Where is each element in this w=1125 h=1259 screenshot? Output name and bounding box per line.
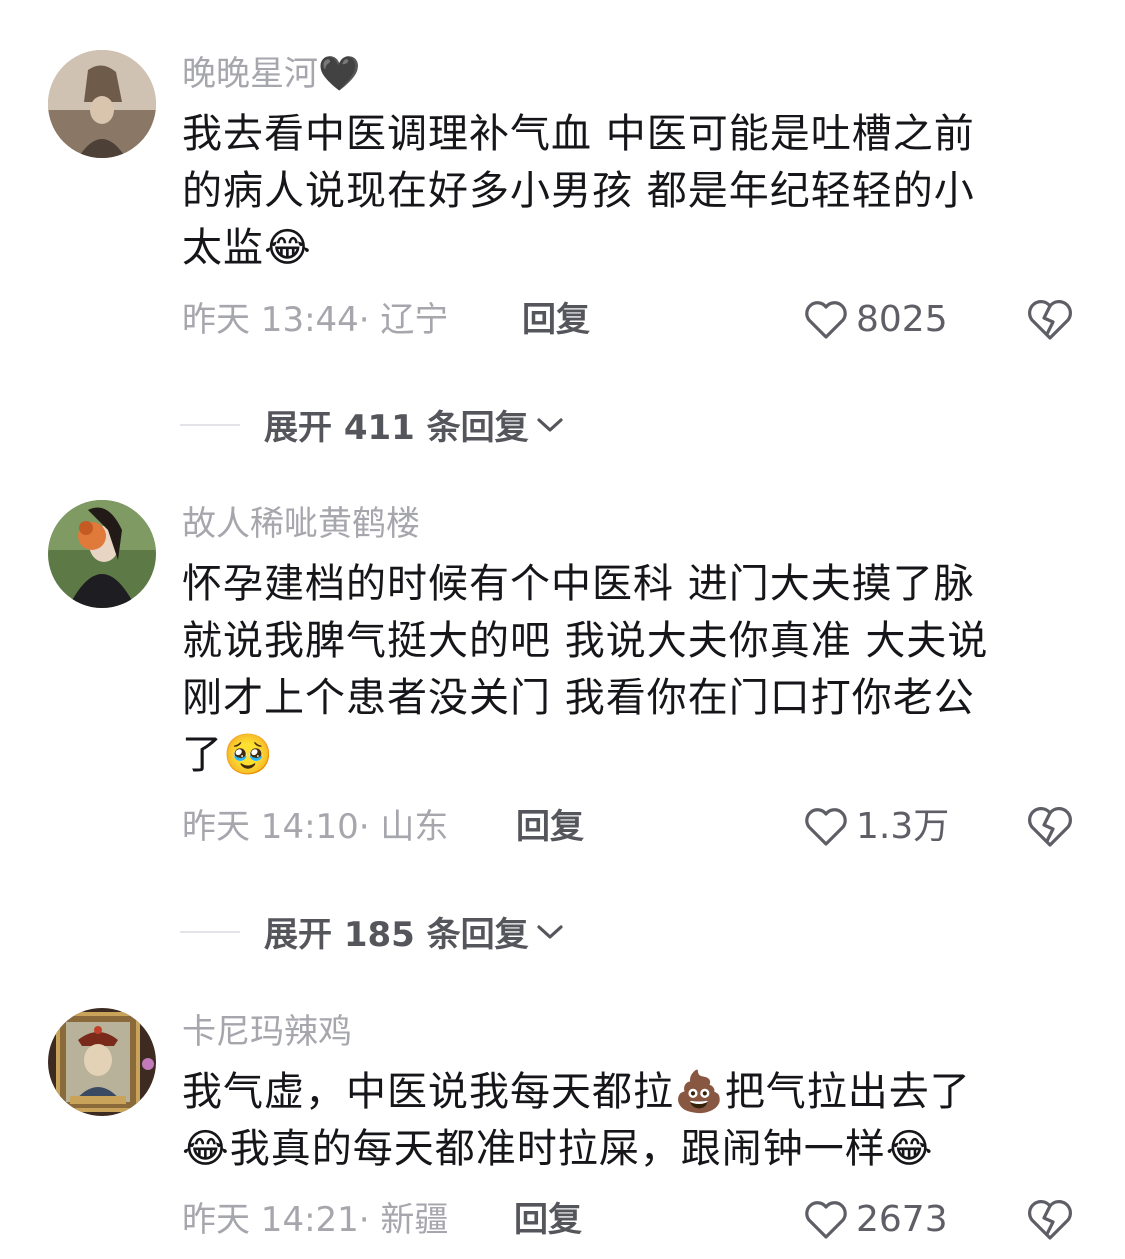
comment-meta: 昨天 13:44· 辽宁 <box>182 298 448 342</box>
reply-button[interactable]: 回复 <box>522 298 590 342</box>
comment-line: 😂我真的每天都准时拉屎，跟闹钟一样😂 <box>182 1121 1072 1178</box>
chevron-down-icon <box>537 417 563 432</box>
username[interactable]: 卡尼玛辣鸡 <box>182 1010 352 1054</box>
heart-outline-icon <box>805 301 847 339</box>
like-button[interactable]: 8025 <box>804 298 948 342</box>
username[interactable]: 晚晚星河🖤 <box>182 52 360 96</box>
broken-heart-icon[interactable] <box>1026 1198 1074 1242</box>
holding-back-tears-emoji: 🥹 <box>223 732 274 778</box>
comment-text: 我真的每天都准时拉屎，跟闹钟一样 <box>229 1126 886 1172</box>
comment-body: 我去看中医调理补气血 中医可能是吐槽之前 的病人说现在好多小男孩 都是年纪轻轻的… <box>182 106 1072 277</box>
timestamp: 昨天 14:10 <box>182 807 359 847</box>
laughing-crying-emoji: 😂 <box>182 1126 230 1172</box>
username[interactable]: 故人稀呲黄鹤楼 <box>182 502 420 546</box>
laughing-crying-emoji: 😂 <box>264 225 312 271</box>
comment-line: 就说我脾气挺大的吧 我说大夫你真准 大夫说 <box>182 618 989 664</box>
comment-text: 了 <box>182 732 223 778</box>
expand-replies[interactable]: 展开 411 条回复 <box>180 400 565 449</box>
divider-line <box>180 423 240 426</box>
meta-separator: · <box>358 300 381 340</box>
comment-line: 的病人说现在好多小男孩 都是年纪轻轻的小 <box>182 168 975 214</box>
comment-line: 我气虚，中医说我每天都拉💩把气拉出去了 <box>182 1064 1072 1121</box>
chevron-down-icon <box>537 924 563 939</box>
timestamp: 昨天 14:21 <box>182 1200 359 1240</box>
username-text[interactable]: 晚晚星河 <box>182 54 318 94</box>
comment-body: 怀孕建档的时候有个中医科 进门大夫摸了脉 就说我脾气挺大的吧 我说大夫你真准 大… <box>182 556 1072 784</box>
avatar[interactable] <box>48 500 156 608</box>
location: 新疆 <box>380 1200 449 1240</box>
like-count: 1.3万 <box>856 806 950 847</box>
like-count: 2673 <box>856 1199 948 1240</box>
expand-replies-label[interactable]: 展开 411 条回复 <box>264 400 529 449</box>
comment-meta: 昨天 14:21· 新疆 <box>182 1198 448 1242</box>
heart-outline-icon <box>805 808 847 846</box>
expand-replies-label[interactable]: 展开 185 条回复 <box>264 907 529 956</box>
comment-text: 我气虚，中医说我每天都拉 <box>182 1069 674 1115</box>
broken-heart-icon[interactable] <box>1026 298 1074 342</box>
divider-line <box>180 930 240 933</box>
poop-emoji: 💩 <box>674 1069 725 1115</box>
reply-button[interactable]: 回复 <box>514 1198 582 1242</box>
like-button[interactable]: 1.3万 <box>804 805 949 849</box>
comment-line: 刚才上个患者没关门 我看你在门口打你老公 <box>182 675 975 721</box>
expand-replies[interactable]: 展开 185 条回复 <box>180 907 565 956</box>
comment-text: 太监 <box>182 225 264 271</box>
comment-line: 我去看中医调理补气血 中医可能是吐槽之前 <box>182 111 975 157</box>
avatar[interactable] <box>48 1008 156 1116</box>
comment-body: 我气虚，中医说我每天都拉💩把气拉出去了 😂我真的每天都准时拉屎，跟闹钟一样😂 <box>182 1064 1072 1178</box>
comment-line: 了🥹 <box>182 727 1072 784</box>
heart-outline-icon <box>805 1201 847 1239</box>
meta-separator: · <box>358 1200 381 1240</box>
like-button[interactable]: 2673 <box>804 1198 948 1242</box>
comment-text: 把气拉出去了 <box>724 1069 971 1115</box>
location: 山东 <box>380 807 449 847</box>
meta-separator: · <box>358 807 381 847</box>
like-count: 8025 <box>856 299 948 340</box>
location: 辽宁 <box>380 300 449 340</box>
avatar[interactable] <box>48 50 156 158</box>
comment-line: 太监😂 <box>182 220 1072 277</box>
comment-meta: 昨天 14:10· 山东 <box>182 805 448 849</box>
black-heart-badge: 🖤 <box>318 54 361 94</box>
timestamp: 昨天 13:44 <box>182 300 359 340</box>
laughing-crying-emoji: 😂 <box>885 1126 934 1172</box>
comment-line: 怀孕建档的时候有个中医科 进门大夫摸了脉 <box>182 561 975 607</box>
reply-button[interactable]: 回复 <box>516 805 584 849</box>
broken-heart-icon[interactable] <box>1026 805 1074 849</box>
